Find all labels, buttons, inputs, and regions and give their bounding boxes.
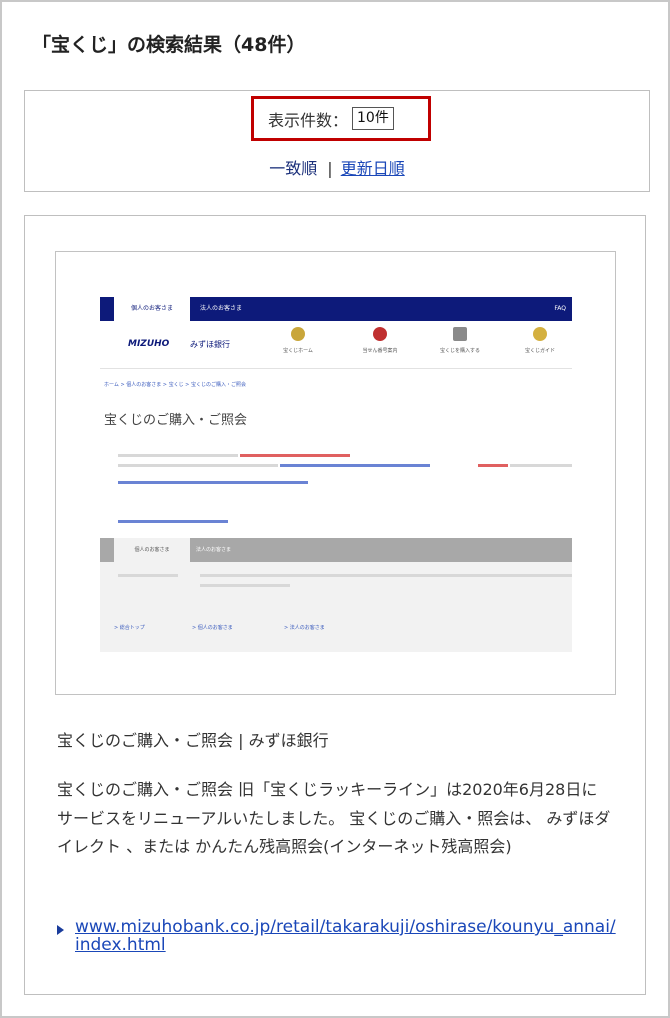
thumb-nav-label: 宝くじを購入する bbox=[439, 348, 480, 354]
thumb-footer-link: > 個人のお客さま bbox=[192, 625, 233, 631]
search-result-card: 個人のお客さま 法人のお客さま FAQ MIZUHO みずほ銀行 宝くじホーム … bbox=[24, 215, 646, 995]
thumb-nav-label: 宝くじホーム bbox=[283, 348, 313, 354]
sort-separator: | bbox=[327, 159, 333, 178]
thumb-tab-personal: 個人のお客さま bbox=[114, 297, 190, 321]
lightbulb-icon bbox=[291, 327, 305, 341]
thumb-text-link bbox=[280, 464, 430, 467]
thumb-nav-results: 当せん番号案内 bbox=[350, 327, 410, 354]
thumb-tab-faq: FAQ bbox=[554, 305, 566, 312]
display-count-label: 表示件数： bbox=[268, 110, 349, 130]
thumb-text-red bbox=[240, 454, 350, 457]
thumb-text-line bbox=[200, 574, 572, 577]
result-url-link[interactable]: www.mizuhobank.co.jp/retail/takarakuji/o… bbox=[75, 918, 617, 954]
sort-relevance: 一致順 bbox=[269, 159, 318, 178]
cart-icon bbox=[453, 327, 467, 341]
thumb-text-line bbox=[510, 464, 572, 467]
thumb-tab-corporate: 法人のお客さま bbox=[200, 305, 243, 312]
thumb-grey-tab: 個人のお客さま bbox=[114, 538, 190, 562]
thumb-nav-home: 宝くじホーム bbox=[268, 327, 328, 354]
thumb-footer: > 総合トップ > 個人のお客さま > 法人のお客さま bbox=[100, 562, 572, 652]
result-title[interactable]: 宝くじのご購入・ご照会 | みずほ銀行 bbox=[57, 727, 329, 751]
thumbnail-screenshot: 個人のお客さま 法人のお客さま FAQ MIZUHO みずほ銀行 宝くじホーム … bbox=[100, 297, 572, 652]
page-title: 「宝くじ」の検索結果（48件） bbox=[32, 34, 306, 56]
triangle-right-icon bbox=[57, 925, 64, 935]
display-count-highlight: 表示件数： 10件 bbox=[251, 96, 431, 141]
thumb-nav-buy: 宝くじを購入する bbox=[430, 327, 490, 354]
thumb-text-line bbox=[118, 574, 178, 577]
thumb-grey-bar: 個人のお客さま 法人のお客さま bbox=[100, 538, 572, 562]
thumb-grey-tab-2: 法人のお客さま bbox=[196, 547, 232, 553]
thumb-nav-guide: 宝くじガイド bbox=[510, 327, 570, 354]
thumb-footer-link: > 法人のお客さま bbox=[284, 625, 325, 631]
thumb-text-link bbox=[118, 481, 308, 484]
thumb-footer-link: > 総合トップ bbox=[114, 625, 145, 631]
thumb-text-line bbox=[200, 584, 290, 587]
sort-options: 一致順 | 更新日順 bbox=[25, 155, 649, 179]
sort-updated-link[interactable]: 更新日順 bbox=[341, 159, 405, 178]
search-controls: 表示件数： 10件 一致順 | 更新日順 bbox=[24, 90, 650, 192]
thumb-top-bar: 個人のお客さま 法人のお客さま FAQ bbox=[100, 297, 572, 321]
result-description: 宝くじのご購入・ご照会 旧「宝くじラッキーライン」は2020年6月28日に サー… bbox=[57, 780, 611, 856]
thumb-nav-label: 宝くじガイド bbox=[524, 348, 555, 354]
thumb-logo: MIZUHO bbox=[128, 339, 170, 349]
target-icon bbox=[373, 327, 387, 341]
bulb-icon bbox=[533, 327, 547, 341]
result-url-row: www.mizuhobank.co.jp/retail/takarakuji/o… bbox=[57, 918, 617, 954]
thumb-title: 宝くじのご購入・ご照会 bbox=[104, 413, 248, 428]
thumb-breadcrumb: ホーム > 個人のお客さま > 宝くじ > 宝くじのご購入・ご照会 bbox=[104, 382, 246, 388]
thumb-text-line bbox=[118, 454, 238, 457]
thumb-text-red bbox=[478, 464, 508, 467]
thumb-text-link bbox=[118, 520, 228, 523]
thumb-bank-name: みずほ銀行 bbox=[190, 340, 230, 349]
display-count-select[interactable]: 10件 bbox=[352, 107, 394, 130]
thumb-header: MIZUHO みずほ銀行 宝くじホーム 当せん番号案内 宝くじを購入する 宝くじ… bbox=[100, 321, 572, 369]
thumb-nav-label: 当せん番号案内 bbox=[362, 348, 398, 354]
result-thumbnail[interactable]: 個人のお客さま 法人のお客さま FAQ MIZUHO みずほ銀行 宝くじホーム … bbox=[55, 251, 616, 695]
thumb-text-line bbox=[118, 464, 278, 467]
